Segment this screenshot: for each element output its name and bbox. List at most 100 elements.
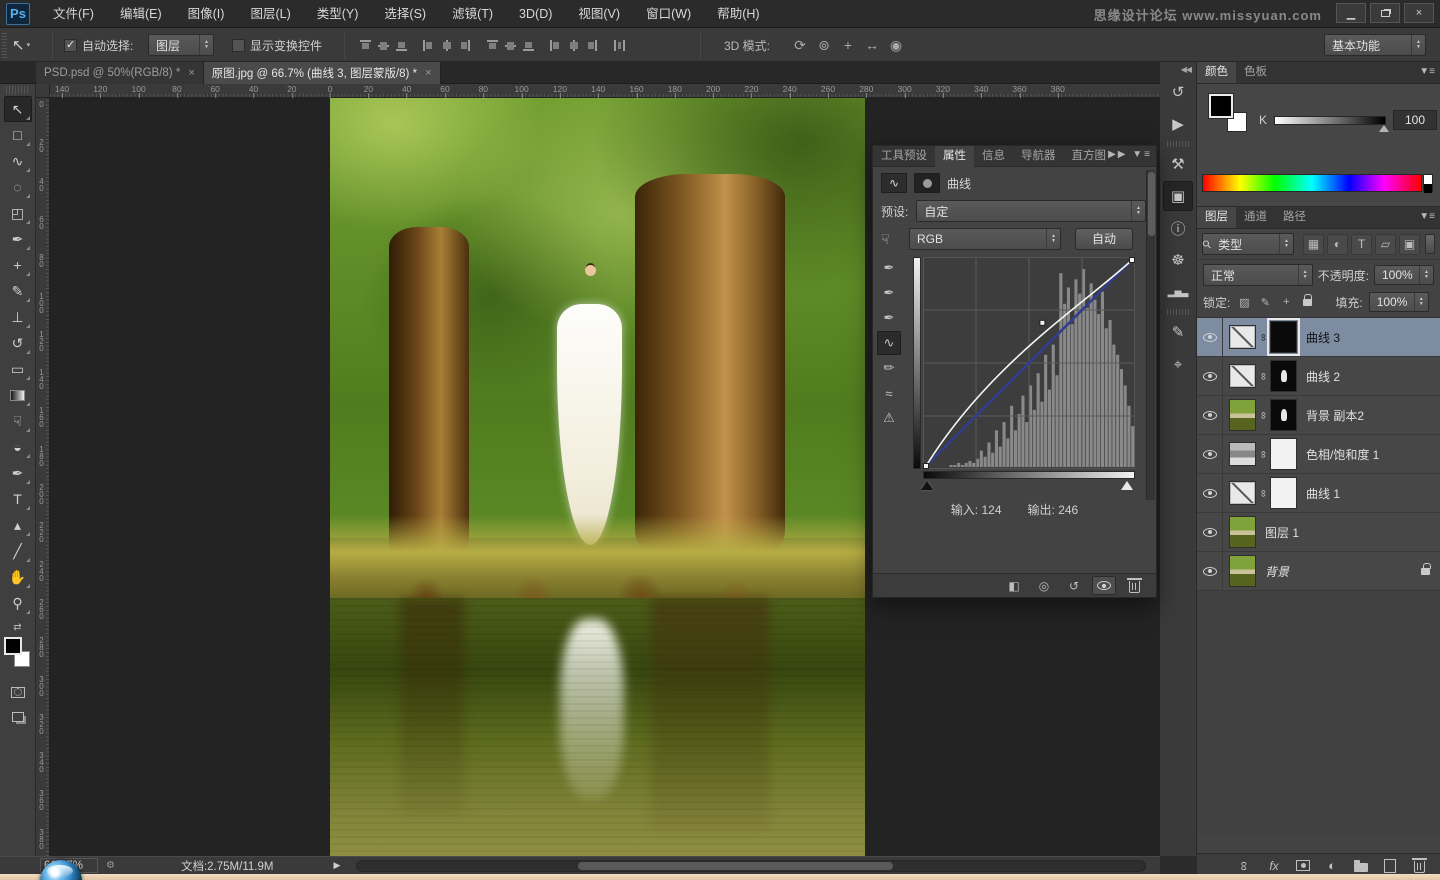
filter-pixel-layers-icon[interactable]: ▦ xyxy=(1303,233,1324,255)
properties-scrollbar[interactable] xyxy=(1146,170,1155,500)
lock-position-icon[interactable]: + xyxy=(1278,294,1294,310)
panel-collapse-icon[interactable]: ▶▶ ▼≡ xyxy=(1108,149,1152,160)
gradient-tool[interactable] xyxy=(4,382,32,408)
filter-type-layers-icon[interactable]: T xyxy=(1351,233,1372,255)
restore-button[interactable] xyxy=(1370,3,1400,23)
brush-presets-panel-icon[interactable]: ✎ xyxy=(1163,317,1193,347)
foreground-color-swatch[interactable] xyxy=(3,637,22,655)
add-layer-mask-icon[interactable] xyxy=(1294,857,1312,875)
3d-roll-icon[interactable]: ⊚ xyxy=(812,33,836,57)
properties-panel-icon[interactable]: ▣ xyxy=(1163,181,1193,211)
layer-mask-thumbnail[interactable] xyxy=(1267,318,1300,356)
layer-thumbnail[interactable] xyxy=(1229,442,1256,466)
curves-graph[interactable] xyxy=(922,256,1136,470)
swap-colors-icon[interactable]: ⇄ xyxy=(5,622,31,633)
panel-menu-icon[interactable]: ▼≡ xyxy=(1419,66,1435,77)
layer-mask-thumbnail[interactable] xyxy=(1270,477,1297,509)
distribute-right-icon[interactable] xyxy=(585,39,598,52)
workspace-combo[interactable]: 基本功能 xyxy=(1324,34,1426,56)
move-tool[interactable]: ↖ xyxy=(3,96,32,122)
clip-to-layer-icon[interactable]: ◧ xyxy=(1002,576,1026,595)
expand-panels-icon[interactable]: ◀◀ xyxy=(1160,62,1196,75)
menu-滤镜(T)[interactable]: 滤镜(T) xyxy=(439,0,506,28)
view-previous-state-icon[interactable]: ◎ xyxy=(1032,576,1056,595)
k-slider[interactable] xyxy=(1274,115,1390,132)
filter-adjustment-layers-icon[interactable]: ◐ xyxy=(1327,233,1348,255)
delete-layer-icon[interactable] xyxy=(1410,857,1428,875)
menu-窗口(W)[interactable]: 窗口(W) xyxy=(633,0,704,28)
3d-slide-icon[interactable]: ↔ xyxy=(860,33,884,57)
brush-tool[interactable]: ✎ xyxy=(4,278,32,304)
distribute-top-icon[interactable] xyxy=(486,39,499,52)
new-group-icon[interactable] xyxy=(1352,857,1370,875)
layer-visibility-cell[interactable] xyxy=(1197,552,1223,590)
auto-button[interactable]: 自动 xyxy=(1075,228,1133,250)
opacity-combo[interactable]: 100% xyxy=(1374,265,1434,285)
menu-3D(D)[interactable]: 3D(D) xyxy=(506,0,565,28)
show-transform-checkbox[interactable] xyxy=(232,38,245,52)
lock-paint-icon[interactable]: ✎ xyxy=(1257,294,1273,310)
auto-select-target-combo[interactable]: 图层 xyxy=(148,34,214,56)
color-tab-色板[interactable]: 色板 xyxy=(1236,62,1275,83)
preset-combo[interactable]: 自定 xyxy=(916,200,1146,222)
layer-style-icon[interactable]: fx xyxy=(1265,857,1283,875)
props-tab-工具预设[interactable]: 工具预设 xyxy=(873,146,935,167)
history-brush-tool[interactable]: ↺ xyxy=(4,330,32,356)
filter-smart-objects-icon[interactable]: ▣ xyxy=(1399,233,1420,255)
lock-all-icon[interactable] xyxy=(1299,293,1315,310)
spot-healing-brush-tool[interactable]: + xyxy=(4,252,32,278)
filter-shape-layers-icon[interactable]: ▱ xyxy=(1375,233,1396,255)
layers-tab-路径[interactable]: 路径 xyxy=(1275,207,1314,228)
distribute-left-icon[interactable] xyxy=(549,39,562,52)
menu-图像(I)[interactable]: 图像(I) xyxy=(175,0,238,28)
layer-row[interactable]: ∞ 曲线 2 xyxy=(1197,357,1440,396)
screen-mode-button[interactable] xyxy=(6,707,30,727)
document-image[interactable] xyxy=(330,98,865,856)
scrollbar-thumb[interactable] xyxy=(577,861,893,870)
current-tool-icon[interactable]: ↖ ▾ xyxy=(12,28,30,62)
targeted-adjustment-icon[interactable]: ☟ xyxy=(881,231,901,248)
lock-transparency-icon[interactable]: ▨ xyxy=(1236,294,1252,310)
clipping-warning-icon[interactable]: ⚠ xyxy=(877,406,901,430)
tab-close-icon[interactable]: × xyxy=(188,67,194,79)
delete-adjustment-icon[interactable] xyxy=(1122,576,1146,595)
menu-类型(Y)[interactable]: 类型(Y) xyxy=(304,0,372,28)
path-selection-tool[interactable]: ▴ xyxy=(4,512,32,538)
k-slider-handle[interactable] xyxy=(1379,124,1390,132)
foreground-color-swatch[interactable] xyxy=(1208,93,1234,119)
3d-camera-icon[interactable]: ◉ xyxy=(884,33,908,57)
props-tab-属性[interactable]: 属性 xyxy=(935,146,974,167)
align-vertical-centers-icon[interactable] xyxy=(377,39,390,52)
eraser-tool[interactable]: ▭ xyxy=(4,356,32,382)
actions-panel-icon[interactable]: ▶ xyxy=(1163,109,1193,139)
layer-mask-target-icon[interactable] xyxy=(914,173,940,193)
align-horizontal-centers-icon[interactable] xyxy=(440,39,453,52)
quick-mask-button[interactable] xyxy=(6,682,30,702)
layer-mask-thumbnail[interactable] xyxy=(1270,360,1297,392)
menu-图层(L)[interactable]: 图层(L) xyxy=(237,0,303,28)
spectrum-end-swatches[interactable] xyxy=(1423,174,1433,193)
white-point-sampler-icon[interactable]: ✒ xyxy=(877,306,901,330)
layers-tab-通道[interactable]: 通道 xyxy=(1236,207,1275,228)
status-arrow-icon[interactable]: ▶ xyxy=(333,860,340,871)
3d-rotate-icon[interactable]: ⟳ xyxy=(788,33,812,57)
layer-visibility-cell[interactable] xyxy=(1197,435,1223,473)
blend-mode-combo[interactable]: 正常 xyxy=(1203,264,1313,286)
type-tool[interactable]: T xyxy=(4,486,32,512)
draw-curve-pencil-icon[interactable]: ✏ xyxy=(877,356,901,380)
white-point-slider[interactable] xyxy=(1121,481,1133,490)
align-right-edges-icon[interactable] xyxy=(458,39,471,52)
menu-选择(S)[interactable]: 选择(S) xyxy=(371,0,439,28)
color-tab-颜色[interactable]: 颜色 xyxy=(1197,62,1236,83)
pen-tool[interactable]: ✒ xyxy=(4,460,32,486)
k-value-field[interactable]: 100 xyxy=(1393,110,1438,130)
layer-row[interactable]: 图层 1 xyxy=(1197,513,1440,552)
layer-thumbnail[interactable] xyxy=(1229,325,1256,349)
layer-visibility-cell[interactable] xyxy=(1197,318,1223,356)
tab-close-icon[interactable]: × xyxy=(425,67,431,79)
props-tab-导航器[interactable]: 导航器 xyxy=(1013,146,1064,167)
props-tab-信息[interactable]: 信息 xyxy=(974,146,1013,167)
distribute-vertical-centers-icon[interactable] xyxy=(504,39,517,52)
distribute-bottom-icon[interactable] xyxy=(522,39,535,52)
curves-adjustment-icon[interactable]: ∿ xyxy=(881,173,907,193)
